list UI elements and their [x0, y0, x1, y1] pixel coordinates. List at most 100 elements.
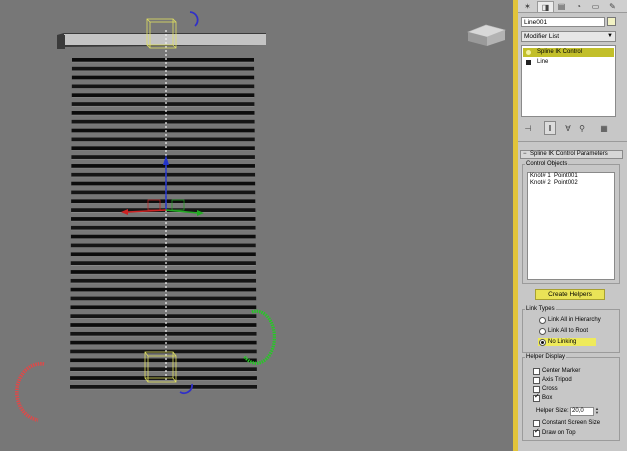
command-panel-tabs: ✶ ◨ ▤ ◔ ▭ ✎: [518, 0, 627, 13]
slat[interactable]: [70, 261, 256, 266]
viewport-scene: [15, 11, 506, 422]
checkbox-label: Center Marker: [542, 368, 581, 374]
checkbox-axis-tripod[interactable]: Axis Tripod: [532, 376, 572, 384]
slat[interactable]: [70, 385, 257, 389]
radio-label: Link All to Root: [548, 328, 589, 334]
checkbox-label: Constant Screen Size: [542, 420, 601, 426]
stack-item-spline-ik-control[interactable]: Spline IK Control: [523, 48, 614, 57]
utilities-tab-icon[interactable]: ✎: [605, 1, 620, 11]
slat[interactable]: [71, 93, 255, 98]
control-objects-list[interactable]: Knot# 1 Point001 Knot# 2 Point002: [527, 172, 615, 280]
slat[interactable]: [71, 102, 255, 107]
radio-no-linking[interactable]: No Linking: [538, 338, 596, 346]
create-tab-icon[interactable]: ✶: [520, 1, 535, 11]
display-tab-icon[interactable]: ▭: [588, 1, 603, 11]
blind-slats[interactable]: [70, 58, 257, 390]
list-item[interactable]: Knot# 1 Point001: [528, 173, 614, 180]
slat[interactable]: [71, 75, 255, 80]
object-name-field[interactable]: Line001: [521, 17, 605, 27]
slat[interactable]: [70, 314, 257, 319]
rotate-ring-red[interactable]: [15, 361, 45, 422]
checkbox-label: Axis Tripod: [542, 377, 572, 383]
show-end-result-icon[interactable]: ‖: [544, 121, 556, 135]
slat[interactable]: [70, 234, 256, 239]
helper-display-label: Helper Display: [525, 354, 567, 361]
slat[interactable]: [71, 137, 255, 142]
slat[interactable]: [70, 243, 256, 248]
object-color-swatch[interactable]: [607, 17, 616, 26]
spinner-arrows-icon[interactable]: ▲ ▼: [595, 407, 600, 416]
slat[interactable]: [71, 111, 255, 116]
slat[interactable]: [71, 172, 256, 177]
motion-tab-icon[interactable]: ◔: [571, 1, 586, 11]
checkbox-label: Draw on Top: [542, 430, 576, 436]
stack-item-line[interactable]: Line: [523, 58, 614, 67]
checkbox-icon: [533, 393, 540, 402]
slat[interactable]: [71, 155, 255, 160]
slat[interactable]: [70, 367, 257, 372]
modify-tab-icon[interactable]: ◨: [537, 1, 554, 12]
slat[interactable]: [71, 128, 255, 133]
slat[interactable]: [70, 340, 257, 345]
radio-link-all-to-root[interactable]: Link All to Root: [538, 327, 588, 335]
checkbox-draw-on-top[interactable]: Draw on Top: [532, 428, 576, 437]
slat[interactable]: [70, 323, 257, 328]
hierarchy-tab-icon[interactable]: ▤: [554, 1, 569, 11]
modifier-list-dropdown[interactable]: Modifier List ▼: [521, 31, 616, 42]
control-objects-label: Control Objects: [525, 161, 569, 168]
radio-icon: [539, 317, 546, 324]
slat[interactable]: [71, 181, 256, 186]
checkbox-label: Cross: [542, 386, 558, 392]
expand-icon[interactable]: [526, 60, 531, 65]
slat[interactable]: [71, 66, 255, 71]
slat[interactable]: [71, 190, 256, 195]
separator: [518, 141, 627, 142]
checkbox-box[interactable]: Box: [532, 393, 553, 402]
pin-stack-icon[interactable]: ⊣: [522, 121, 534, 135]
slat[interactable]: [71, 146, 255, 151]
slat[interactable]: [70, 305, 257, 310]
checkbox-label: Box: [542, 395, 553, 401]
radio-icon: [539, 339, 546, 346]
slat[interactable]: [71, 119, 255, 124]
radio-label: No Linking: [548, 339, 577, 345]
radio-link-all-in-hierarchy[interactable]: Link All in Hierarchy: [538, 316, 601, 324]
checkbox-center-marker[interactable]: Center Marker: [532, 367, 580, 375]
make-unique-icon[interactable]: ∀: [562, 121, 574, 135]
remove-modifier-icon[interactable]: ⚲: [576, 121, 588, 135]
checkbox-icon: [533, 377, 540, 384]
rollout-spline-ik-control-parameters[interactable]: − Spline IK Control Parameters: [520, 150, 623, 159]
helper-size-spinner[interactable]: 20,0: [570, 407, 594, 416]
checkbox-icon: [533, 428, 540, 437]
light-bulb-icon[interactable]: [526, 50, 531, 55]
checkbox-cross[interactable]: Cross: [532, 385, 558, 393]
rollout-title: Spline IK Control Parameters: [530, 151, 608, 157]
stack-item-label: Spline IK Control: [537, 49, 583, 55]
rotate-arc-blue-top[interactable]: [189, 11, 199, 27]
modifier-stack[interactable]: Spline IK Control Line: [521, 45, 616, 117]
collapse-icon: −: [523, 151, 527, 157]
slat[interactable]: [71, 217, 256, 222]
configure-modifier-sets-icon[interactable]: ▦: [598, 121, 610, 135]
slat[interactable]: [70, 296, 257, 301]
top-rail[interactable]: [57, 33, 266, 49]
slat[interactable]: [70, 358, 257, 363]
rotate-ring-green[interactable]: [242, 309, 276, 365]
slat[interactable]: [70, 252, 256, 257]
slat[interactable]: [72, 58, 254, 62]
viewcube[interactable]: [467, 24, 506, 46]
slat[interactable]: [70, 270, 256, 275]
slat[interactable]: [71, 199, 256, 204]
slat[interactable]: [71, 84, 255, 89]
checkbox-icon: [533, 368, 540, 375]
slat[interactable]: [70, 225, 256, 230]
slat[interactable]: [70, 331, 257, 336]
radio-icon: [539, 328, 546, 335]
list-item[interactable]: Knot# 2 Point002: [528, 180, 614, 187]
viewport-perspective[interactable]: [0, 0, 513, 451]
slat[interactable]: [70, 287, 257, 292]
checkbox-constant-screen-size[interactable]: Constant Screen Size: [532, 419, 600, 427]
create-helpers-button[interactable]: Create Helpers: [535, 289, 605, 300]
checkbox-icon: [533, 386, 540, 393]
slat[interactable]: [70, 278, 257, 283]
